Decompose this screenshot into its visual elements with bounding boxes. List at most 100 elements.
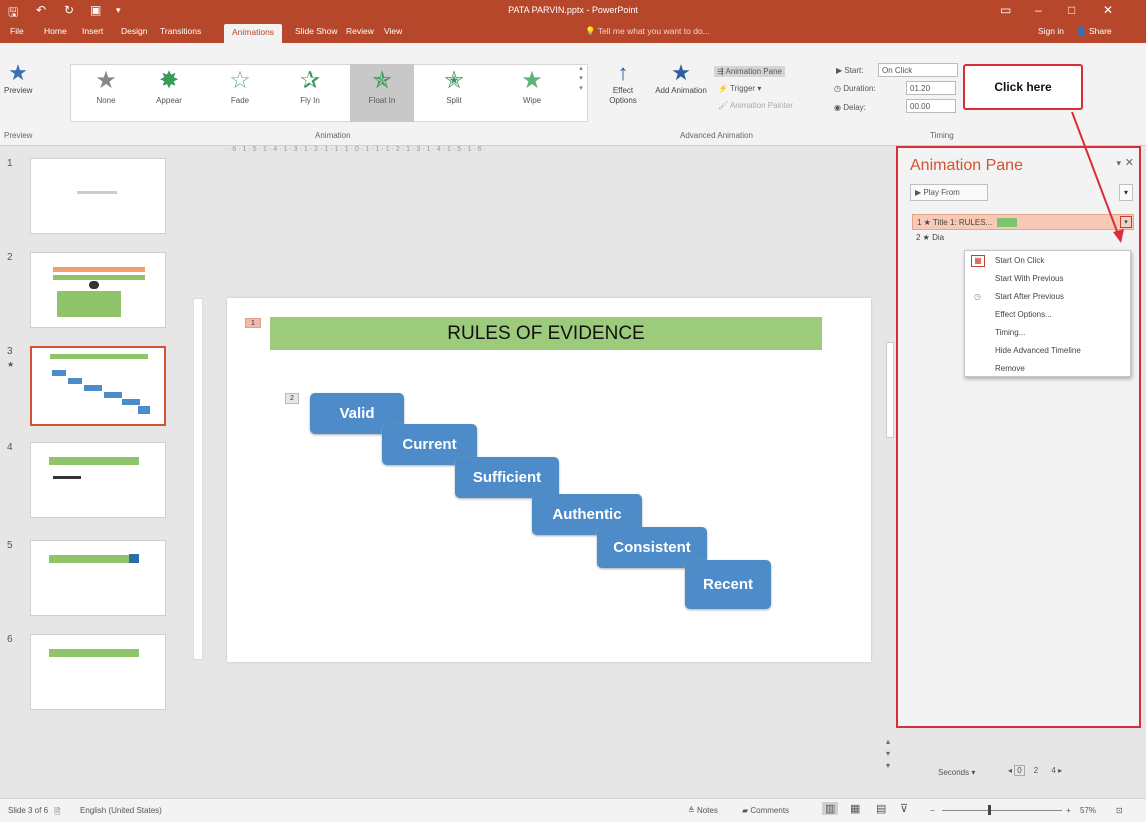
slide-canvas[interactable]: 1 RULES OF EVIDENCE 2 Valid Current Suff… [227,298,871,662]
minimize-icon[interactable]: – [1035,3,1042,17]
animation-pane-title: Animation Pane [910,157,1023,174]
share-button[interactable]: 👤 Share [1076,26,1112,37]
timeline-tick: 2 [1033,766,1039,775]
menu-start-after-previous[interactable]: Start After Previous [995,292,1064,301]
tab-view[interactable]: View [384,26,402,36]
tab-insert[interactable]: Insert [82,26,103,36]
duration-label: ◷ Duration: [834,84,876,93]
gallery-scroll[interactable]: ▴ ▾ ▾ [576,64,586,94]
anim-none[interactable]: ★ None [74,64,138,122]
tab-home[interactable]: Home [44,26,67,36]
reading-view-icon[interactable]: ▤ [876,802,886,815]
tab-animations[interactable]: Animations [224,24,283,43]
fit-to-window-icon[interactable]: ⊡ [1116,806,1123,815]
anim-label: Fly In [300,96,320,105]
play-from-label: Play From [923,188,960,197]
slide-sorter-icon[interactable]: ▦ [850,802,860,815]
effect-options-button[interactable]: ↑ Effect Options [600,60,646,106]
move-order-dropdown[interactable]: ▾ [1119,184,1133,201]
thumb-number: 2 [7,252,13,263]
animation-item-text: 2 ★ Dia [916,233,945,242]
trigger-label: Trigger [730,84,756,93]
menu-start-on-click[interactable]: Start On Click [995,256,1044,265]
group-animation-label: Animation [315,131,351,140]
group-advanced-label: Advanced Animation [680,131,753,140]
timeline-tick: 4 [1051,766,1056,775]
slide-title[interactable]: RULES OF EVIDENCE [270,317,822,350]
zoom-out-icon[interactable]: − [930,806,935,815]
zoom-level[interactable]: 57% [1080,806,1096,815]
tab-slide-show[interactable]: Slide Show [295,26,338,36]
start-text: Start: [844,66,864,75]
vertical-scrollbar[interactable]: ▴ ▾ ▾ [884,146,896,798]
smartart-step-sufficient[interactable]: Sufficient [455,457,559,498]
menu-start-with-previous[interactable]: Start With Previous [995,274,1063,283]
close-icon[interactable]: ✕ [1103,3,1113,17]
start-select[interactable]: On Click [878,63,958,77]
menu-hide-advanced-timeline[interactable]: Hide Advanced Timeline [995,346,1081,355]
menu-remove[interactable]: Remove [995,364,1025,373]
slide-thumbnail-6[interactable] [30,634,166,710]
timeline-scale[interactable]: ◂ 0 2 4 ▸ [1008,765,1062,776]
tell-me-box[interactable]: 💡 Tell me what you want to do... [585,26,710,37]
preview-button[interactable]: ★ Preview [4,60,32,96]
anim-split[interactable]: ✭ Split [422,64,486,122]
animation-pane: Animation Pane ▾ ✕ ▶ Play From ▾ 1 ★ Tit… [896,146,1141,777]
comments-button[interactable]: ▰ Comments [742,806,789,815]
anim-label: Fade [230,96,250,105]
appear-star-icon: ✸ [158,67,180,94]
ribbon-display-icon[interactable]: ▭ [1000,3,1011,17]
anim-wipe[interactable]: ★ Wipe [500,64,564,122]
pane-close-icon[interactable]: ✕ [1125,156,1134,169]
slide-thumbnail-2[interactable] [30,252,166,328]
tab-transitions[interactable]: Transitions [160,26,201,36]
slide-thumbnail-5[interactable] [30,540,166,616]
timeline-tick: 0 [1014,765,1025,776]
trigger-button[interactable]: ⚡ Trigger ▾ [718,84,761,93]
anim-appear[interactable]: ✸ Appear [137,64,201,122]
tell-me-text: Tell me what you want to do... [597,26,710,36]
maximize-icon[interactable]: □ [1068,3,1075,17]
none-star-icon: ★ [95,67,117,94]
zoom-slider-thumb[interactable] [988,805,991,815]
anim-label: Wipe [522,96,542,105]
normal-view-icon[interactable]: ▥ [822,802,839,815]
duration-input[interactable]: 01.20 [906,81,956,95]
anim-fade[interactable]: ☆ Fade [208,64,272,122]
play-from-button[interactable]: ▶ Play From [910,184,988,201]
group-preview-label: Preview [4,131,33,140]
animation-item-2[interactable]: 2 ★ Dia [912,230,1134,246]
scroll-page-arrows[interactable]: ▴ ▾ ▾ [886,736,890,772]
zoom-slider[interactable] [942,810,1062,811]
spellcheck-icon[interactable]: 🗎 [54,806,60,820]
slide-thumbnail-4[interactable] [30,442,166,518]
menu-timing[interactable]: Timing... [995,328,1025,337]
smartart-step-recent[interactable]: Recent [685,560,771,609]
anim-fly-in[interactable]: ✰ Fly In [278,64,342,122]
sign-in-link[interactable]: Sign in [1038,26,1064,36]
delay-input[interactable]: 00.00 [906,99,956,113]
animation-painter-button[interactable]: 🖌 Animation Painter [718,101,793,110]
tab-review[interactable]: Review [346,26,374,36]
scroll-thumb[interactable] [886,342,894,438]
tab-design[interactable]: Design [121,26,147,36]
fly-in-star-icon: ✰ [299,67,321,94]
add-animation-button[interactable]: ★ Add Animation [654,60,708,96]
pane-options-icon[interactable]: ▾ [1116,158,1121,169]
tab-file[interactable]: File [10,26,24,36]
animation-item-1[interactable]: 1 ★ Title 1: RULES... ▾ [912,214,1134,230]
language-status[interactable]: English (United States) [80,806,162,815]
thumb-anim-star-icon: ★ [7,360,15,369]
slideshow-view-icon[interactable]: ⊽ [900,802,908,815]
seconds-dropdown[interactable]: Seconds ▾ [938,768,975,777]
notes-button[interactable]: ≜ Notes [688,806,718,815]
zoom-in-icon[interactable]: + [1066,806,1071,815]
animation-pane-button[interactable]: ⇶ Animation Pane [714,66,785,77]
anim-float-in[interactable]: ✯ Float In [350,64,414,122]
slide-counter: Slide 3 of 6 [8,806,49,815]
preview-star-icon: ★ [8,60,28,85]
item-dropdown-icon[interactable]: ▾ [1120,216,1132,228]
menu-effect-options[interactable]: Effect Options... [995,310,1052,319]
slide-thumbnail-1[interactable] [30,158,166,234]
slide-thumbnail-3[interactable] [30,346,166,426]
